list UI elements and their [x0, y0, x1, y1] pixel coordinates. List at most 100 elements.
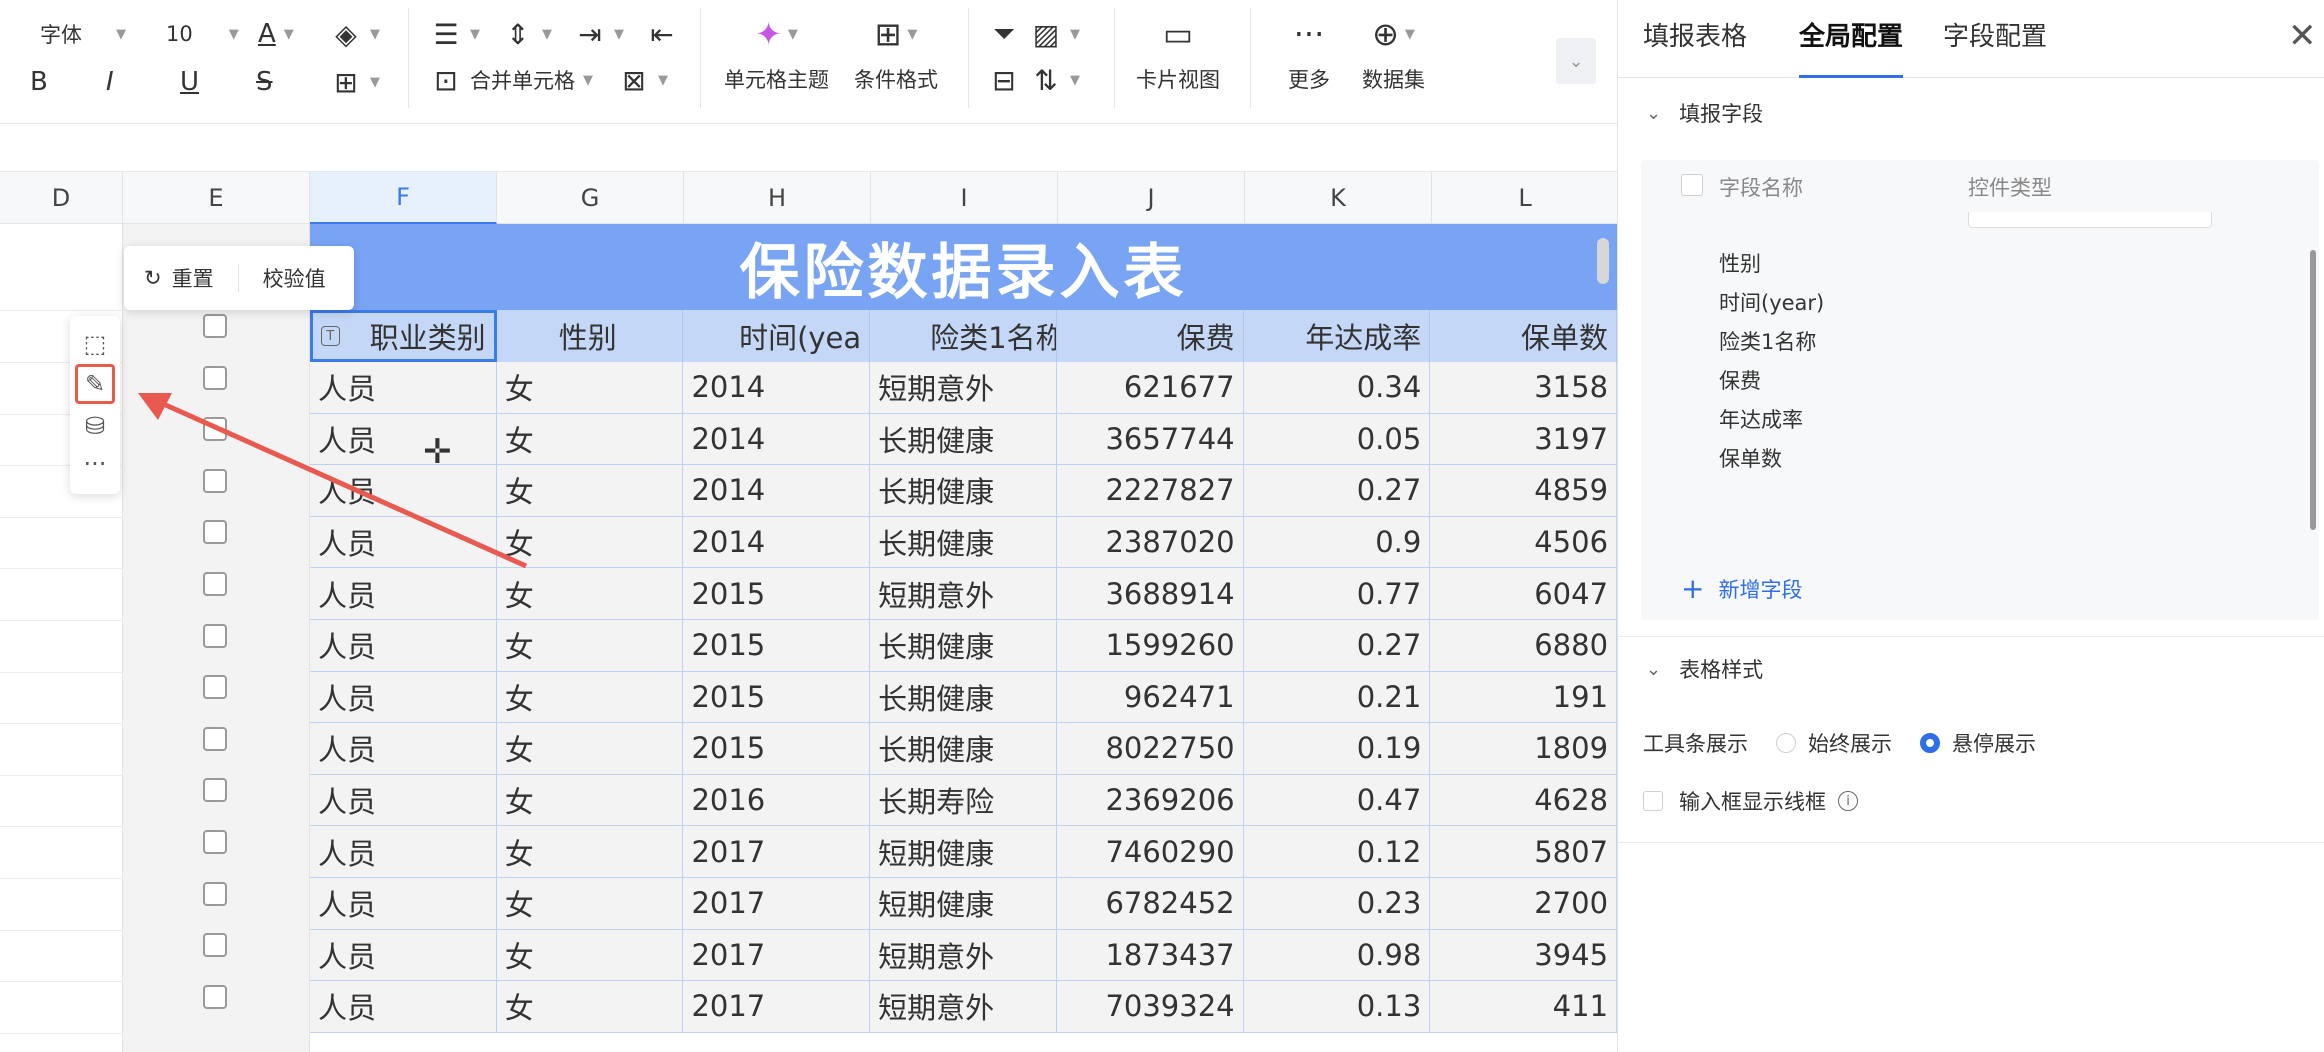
- row-select-checkbox[interactable]: [203, 778, 227, 803]
- input-border-label[interactable]: 输入框显示线框: [1679, 786, 1826, 816]
- table-style-section-header[interactable]: ⌄ 表格样式: [1646, 654, 1763, 684]
- fill-fields-section-header[interactable]: ⌄ 填报字段: [1646, 98, 1763, 128]
- row-select-checkbox[interactable]: [203, 468, 227, 493]
- table-cell[interactable]: 长期健康: [870, 619, 1057, 672]
- column-header-h[interactable]: H: [684, 172, 871, 224]
- table-cell[interactable]: 长期健康: [870, 516, 1057, 569]
- table-cell[interactable]: 4628: [1430, 774, 1617, 827]
- table-cell[interactable]: 1599260: [1056, 619, 1244, 672]
- table-cell[interactable]: 人员: [310, 362, 497, 414]
- bold-button[interactable]: B: [30, 62, 48, 102]
- row-select-checkbox[interactable]: [203, 726, 227, 751]
- table-cell[interactable]: 0.27: [1243, 619, 1431, 672]
- table-cell[interactable]: 2015: [683, 723, 871, 775]
- table-cell[interactable]: 2700: [1430, 877, 1617, 930]
- table-cell[interactable]: 女: [496, 619, 684, 672]
- table-cell[interactable]: 女: [496, 465, 684, 517]
- table-cell[interactable]: 人员: [310, 826, 497, 878]
- table-cell[interactable]: 2017: [683, 877, 871, 930]
- tab-fill-table[interactable]: 填报表格: [1643, 16, 1747, 78]
- column-header-i[interactable]: I: [871, 172, 1058, 224]
- table-cell[interactable]: 女: [496, 362, 684, 414]
- table-cell[interactable]: 长期健康: [870, 671, 1057, 724]
- row-select-checkbox[interactable]: [203, 520, 227, 545]
- field-list-item[interactable]: 保单数: [1719, 443, 1782, 473]
- table-cell[interactable]: 3197: [1430, 413, 1617, 466]
- column-header-g[interactable]: G: [497, 172, 684, 224]
- header-cell[interactable]: 性别: [497, 310, 684, 362]
- table-cell[interactable]: 3158: [1430, 362, 1617, 414]
- freeze-columns-button[interactable]: ⊟: [988, 60, 1020, 100]
- table-cell[interactable]: 人员: [310, 981, 497, 1033]
- table-cell[interactable]: 2014: [683, 362, 871, 414]
- table-cell[interactable]: 短期意外: [870, 362, 1057, 414]
- table-cell[interactable]: 5807: [1430, 826, 1617, 878]
- tab-field-config[interactable]: 字段配置: [1943, 16, 2047, 78]
- header-cell[interactable]: 年达成率: [1244, 310, 1431, 362]
- column-header-k[interactable]: K: [1245, 172, 1432, 224]
- table-cell[interactable]: 0.27: [1243, 465, 1431, 517]
- indent-button[interactable]: ⇤: [646, 14, 678, 54]
- table-cell[interactable]: 女: [496, 929, 684, 982]
- cell-theme-button[interactable]: ✦ ▼ 单元格主题: [724, 15, 829, 94]
- table-cell[interactable]: 人员: [310, 671, 497, 724]
- row-select-checkbox[interactable]: [203, 572, 227, 596]
- table-cell[interactable]: 人员: [310, 619, 497, 672]
- table-cell[interactable]: 2015: [683, 671, 871, 724]
- table-cell[interactable]: 人员: [310, 568, 497, 620]
- row-select-checkbox[interactable]: [203, 984, 227, 1009]
- table-cell[interactable]: 2387020: [1056, 516, 1244, 569]
- table-cell[interactable]: 短期健康: [870, 877, 1057, 930]
- sort-button[interactable]: ⇅ ▼: [1030, 60, 1080, 100]
- dataset-button[interactable]: ⊕ ▼ 数据集: [1362, 15, 1425, 94]
- table-cell[interactable]: 962471: [1056, 671, 1244, 724]
- header-cell[interactable]: 保费: [1057, 310, 1244, 362]
- table-cell[interactable]: 0.98: [1243, 929, 1431, 982]
- table-cell[interactable]: 女: [496, 981, 684, 1033]
- table-cell[interactable]: 6047: [1430, 568, 1617, 620]
- select-cursor-icon[interactable]: ⬚: [75, 324, 115, 364]
- reset-button[interactable]: ↻ 重置: [144, 263, 214, 293]
- header-cell[interactable]: 时间(yea: [683, 310, 871, 362]
- table-cell[interactable]: 长期健康: [870, 723, 1057, 775]
- row-select-checkbox[interactable]: [203, 933, 227, 958]
- table-cell[interactable]: 2014: [683, 465, 871, 517]
- table-cell[interactable]: 2014: [683, 516, 871, 569]
- table-cell[interactable]: 人员: [310, 774, 497, 827]
- header-cell[interactable]: 险类1名称: [870, 310, 1057, 362]
- table-cell[interactable]: 人员: [310, 929, 497, 982]
- text-wrap-button[interactable]: ⇥ ▼: [574, 14, 624, 54]
- table-cell[interactable]: 2016: [683, 774, 871, 827]
- table-cell[interactable]: 人员: [310, 516, 497, 569]
- table-cell[interactable]: 2017: [683, 981, 871, 1033]
- control-type-select[interactable]: [1968, 212, 2212, 228]
- table-cell[interactable]: 2015: [683, 619, 871, 672]
- table-cell[interactable]: 2227827: [1056, 465, 1244, 517]
- table-cell[interactable]: 0.23: [1243, 877, 1431, 930]
- table-cell[interactable]: 3657744: [1056, 413, 1244, 466]
- select-all-checkbox[interactable]: [1681, 174, 1703, 196]
- always-show-label[interactable]: 始终展示: [1808, 728, 1892, 758]
- horizontal-align-button[interactable]: ☰ ▼: [430, 14, 480, 54]
- merge-cells-button[interactable]: ⊡ 合并单元格 ▼: [430, 60, 593, 100]
- table-cell[interactable]: 0.12: [1243, 826, 1431, 878]
- row-select-checkbox[interactable]: [203, 417, 227, 442]
- row-select-checkbox[interactable]: [203, 881, 227, 906]
- table-cell[interactable]: 女: [496, 413, 684, 466]
- table-cell[interactable]: 4859: [1430, 465, 1617, 517]
- table-cell[interactable]: 女: [496, 568, 684, 620]
- table-cell[interactable]: 7460290: [1056, 826, 1244, 878]
- column-header-d[interactable]: D: [0, 172, 123, 224]
- column-header-l[interactable]: L: [1432, 172, 1617, 224]
- field-list-item[interactable]: 年达成率: [1719, 404, 1803, 434]
- table-cell[interactable]: 女: [496, 671, 684, 724]
- table-cell[interactable]: 621677: [1056, 362, 1244, 414]
- field-list-item[interactable]: 时间(year): [1719, 287, 1824, 317]
- more-button[interactable]: ··· 更多: [1288, 15, 1330, 94]
- column-header-f[interactable]: F: [310, 172, 497, 224]
- table-cell[interactable]: 长期健康: [870, 465, 1057, 517]
- table-cell[interactable]: 短期健康: [870, 826, 1057, 878]
- underline-button[interactable]: U: [180, 62, 199, 102]
- filter-button[interactable]: ⏷: [988, 14, 1020, 54]
- table-cell[interactable]: 人员: [310, 465, 497, 517]
